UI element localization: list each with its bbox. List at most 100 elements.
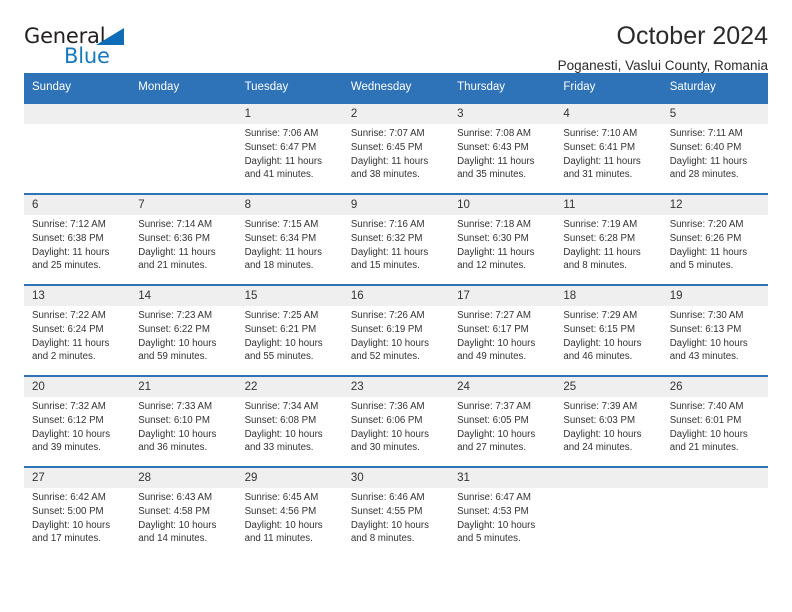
sunrise-time: Sunrise: 7:30 AM xyxy=(669,310,744,321)
calendar-day-cell[interactable]: 26 Sunrise: 7:40 AM Sunset: 6:01 PM Dayligh… xyxy=(661,375,768,467)
day-cell-inner: 28 Sunrise: 6:43 AM Sunset: 4:58 PM Dayligh… xyxy=(130,468,237,557)
brand-logo[interactable]: General Blue xyxy=(24,26,144,70)
calendar-day-cell[interactable]: 25 Sunrise: 7:39 AM Sunset: 6:03 PM Dayligh… xyxy=(555,375,662,467)
sunrise-time: Sunrise: 7:36 AM xyxy=(350,401,425,412)
daylight-duration-line2: and 28 minutes. xyxy=(669,169,739,181)
daylight-duration-line1: Daylight: 11 hours xyxy=(350,155,429,167)
day-number: 12 xyxy=(661,195,768,215)
calendar-day-cell[interactable]: 23 Sunrise: 7:36 AM Sunset: 6:06 PM Dayligh… xyxy=(342,375,450,467)
calendar-day-cell[interactable]: 6 Sunrise: 7:12 AM Sunset: 6:38 PM Daylight… xyxy=(24,193,131,285)
calendar-day-cell[interactable]: 15 Sunrise: 7:25 AM Sunset: 6:21 PM Dayligh… xyxy=(236,284,343,376)
daylight-duration-line2: and 18 minutes. xyxy=(244,260,314,272)
day-details: Sunrise: 7:19 AM Sunset: 6:28 PM Daylight:… xyxy=(555,215,661,273)
day-number: 30 xyxy=(342,468,450,488)
day-details xyxy=(555,488,661,491)
sunrise-time: Sunrise: 7:25 AM xyxy=(244,310,319,321)
day-number: 31 xyxy=(449,468,556,488)
day-cell-inner: 21 Sunrise: 7:33 AM Sunset: 6:10 PM Dayligh… xyxy=(130,377,237,466)
weekday-header-monday: Monday xyxy=(130,73,237,103)
calendar-day-cell[interactable]: 2 Sunrise: 7:07 AM Sunset: 6:45 PM Daylight… xyxy=(342,102,450,194)
daylight-duration-line1: Daylight: 10 hours xyxy=(244,337,323,349)
weekday-header-friday: Friday xyxy=(555,73,662,103)
calendar-day-cell[interactable]: 29 Sunrise: 6:45 AM Sunset: 4:56 PM Dayligh… xyxy=(236,466,343,557)
daylight-duration-line1: Daylight: 11 hours xyxy=(138,246,216,258)
day-number: 15 xyxy=(236,286,343,306)
sunrise-time: Sunrise: 7:37 AM xyxy=(457,401,531,412)
calendar-day-cell[interactable]: 20 Sunrise: 7:32 AM Sunset: 6:12 PM Dayligh… xyxy=(24,375,131,467)
day-cell-inner: 8 Sunrise: 7:15 AM Sunset: 6:34 PM Daylight… xyxy=(236,195,343,284)
day-details: Sunrise: 7:27 AM Sunset: 6:17 PM Daylight:… xyxy=(449,306,555,364)
calendar-day-cell[interactable]: 16 Sunrise: 7:26 AM Sunset: 6:19 PM Dayligh… xyxy=(342,284,450,376)
day-details: Sunrise: 7:14 AM Sunset: 6:36 PM Daylight:… xyxy=(130,215,236,273)
day-cell-inner: 12 Sunrise: 7:20 AM Sunset: 6:26 PM Dayligh… xyxy=(661,195,768,284)
day-cell-inner xyxy=(130,104,237,193)
calendar-day-cell[interactable]: 3 Sunrise: 7:08 AM Sunset: 6:43 PM Daylight… xyxy=(449,102,556,194)
daylight-duration-line2: and 59 minutes. xyxy=(138,351,208,363)
calendar-day-cell[interactable]: 10 Sunrise: 7:18 AM Sunset: 6:30 PM Dayligh… xyxy=(449,193,556,285)
day-cell-inner: 25 Sunrise: 7:39 AM Sunset: 6:03 PM Dayligh… xyxy=(555,377,662,466)
day-details: Sunrise: 6:43 AM Sunset: 4:58 PM Daylight:… xyxy=(130,488,236,546)
calendar-day-cell[interactable]: 11 Sunrise: 7:19 AM Sunset: 6:28 PM Dayligh… xyxy=(555,193,662,285)
daylight-duration-line1: Daylight: 10 hours xyxy=(350,519,429,531)
calendar-day-cell[interactable]: 17 Sunrise: 7:27 AM Sunset: 6:17 PM Dayligh… xyxy=(449,284,556,376)
calendar-day-cell[interactable]: 13 Sunrise: 7:22 AM Sunset: 6:24 PM Dayligh… xyxy=(24,284,131,376)
day-details: Sunrise: 6:47 AM Sunset: 4:53 PM Daylight:… xyxy=(449,488,555,546)
page-header: General Blue October 2024 Poganesti, Vas… xyxy=(24,0,768,73)
calendar-day-cell[interactable]: 30 Sunrise: 6:46 AM Sunset: 4:55 PM Dayligh… xyxy=(342,466,450,557)
day-number: 20 xyxy=(24,377,131,397)
day-cell-inner: 14 Sunrise: 7:23 AM Sunset: 6:22 PM Dayligh… xyxy=(130,286,237,375)
day-cell-inner: 5 Sunrise: 7:11 AM Sunset: 6:40 PM Daylight… xyxy=(661,104,768,193)
day-number: 7 xyxy=(130,195,237,215)
day-details: Sunrise: 7:16 AM Sunset: 6:32 PM Daylight:… xyxy=(343,215,449,273)
day-number: 28 xyxy=(130,468,237,488)
sunset-time: Sunset: 4:56 PM xyxy=(244,505,317,517)
calendar-day-cell[interactable]: 28 Sunrise: 6:43 AM Sunset: 4:58 PM Dayligh… xyxy=(130,466,237,557)
daylight-duration-line1: Daylight: 10 hours xyxy=(138,428,217,440)
calendar-day-cell[interactable]: 27 Sunrise: 6:42 AM Sunset: 5:00 PM Dayligh… xyxy=(24,466,131,557)
calendar-day-cell[interactable]: 7 Sunrise: 7:14 AM Sunset: 6:36 PM Daylight… xyxy=(130,193,237,285)
daylight-duration-line1: Daylight: 11 hours xyxy=(32,337,110,349)
day-details: Sunrise: 6:42 AM Sunset: 5:00 PM Daylight:… xyxy=(24,488,130,546)
calendar-day-cell[interactable]: 9 Sunrise: 7:16 AM Sunset: 6:32 PM Daylight… xyxy=(342,193,450,285)
calendar-day-cell[interactable]: 22 Sunrise: 7:34 AM Sunset: 6:08 PM Dayligh… xyxy=(236,375,343,467)
sunrise-time: Sunrise: 7:15 AM xyxy=(244,219,319,230)
calendar-day-cell[interactable]: 12 Sunrise: 7:20 AM Sunset: 6:26 PM Dayligh… xyxy=(661,193,768,285)
day-cell-inner: 23 Sunrise: 7:36 AM Sunset: 6:06 PM Dayligh… xyxy=(342,377,450,466)
daylight-duration-line2: and 21 minutes. xyxy=(669,442,739,454)
calendar-day-cell[interactable]: 31 Sunrise: 6:47 AM Sunset: 4:53 PM Dayligh… xyxy=(449,466,556,557)
day-cell-inner: 29 Sunrise: 6:45 AM Sunset: 4:56 PM Dayligh… xyxy=(236,468,343,557)
daylight-duration-line2: and 27 minutes. xyxy=(457,442,527,454)
daylight-duration-line1: Daylight: 10 hours xyxy=(669,428,748,440)
day-cell-inner: 2 Sunrise: 7:07 AM Sunset: 6:45 PM Daylight… xyxy=(342,104,450,193)
sunset-time: Sunset: 6:17 PM xyxy=(457,323,529,335)
day-details: Sunrise: 7:29 AM Sunset: 6:15 PM Daylight:… xyxy=(555,306,661,364)
sunrise-time: Sunrise: 7:19 AM xyxy=(563,219,638,230)
daylight-duration-line2: and 11 minutes. xyxy=(244,533,313,545)
day-number: 16 xyxy=(342,286,450,306)
calendar-week-row: 1 Sunrise: 7:06 AM Sunset: 6:47 PM Daylight… xyxy=(24,102,768,194)
sunset-time: Sunset: 6:10 PM xyxy=(138,414,210,426)
calendar-day-cell[interactable]: 18 Sunrise: 7:29 AM Sunset: 6:15 PM Dayligh… xyxy=(555,284,662,376)
day-number: 10 xyxy=(449,195,556,215)
sunrise-time: Sunrise: 7:16 AM xyxy=(350,219,425,230)
calendar-day-cell[interactable]: 21 Sunrise: 7:33 AM Sunset: 6:10 PM Dayligh… xyxy=(130,375,237,467)
day-details: Sunrise: 7:26 AM Sunset: 6:19 PM Daylight:… xyxy=(343,306,449,364)
daylight-duration-line2: and 31 minutes. xyxy=(563,169,633,181)
calendar-day-cell[interactable]: 24 Sunrise: 7:37 AM Sunset: 6:05 PM Dayligh… xyxy=(449,375,556,467)
day-cell-inner xyxy=(555,468,662,557)
calendar-day-cell[interactable]: 4 Sunrise: 7:10 AM Sunset: 6:41 PM Daylight… xyxy=(555,102,662,194)
day-number: 9 xyxy=(342,195,450,215)
daylight-duration-line1: Daylight: 10 hours xyxy=(457,519,536,531)
day-details: Sunrise: 7:34 AM Sunset: 6:08 PM Daylight:… xyxy=(237,397,343,455)
calendar-day-cell[interactable]: 8 Sunrise: 7:15 AM Sunset: 6:34 PM Daylight… xyxy=(236,193,343,285)
day-cell-inner: 31 Sunrise: 6:47 AM Sunset: 4:53 PM Dayligh… xyxy=(449,468,556,557)
calendar-day-cell[interactable]: 1 Sunrise: 7:06 AM Sunset: 6:47 PM Daylight… xyxy=(236,102,343,194)
calendar-day-cell[interactable]: 5 Sunrise: 7:11 AM Sunset: 6:40 PM Daylight… xyxy=(661,102,768,194)
day-number: 24 xyxy=(449,377,556,397)
calendar-day-cell[interactable]: 14 Sunrise: 7:23 AM Sunset: 6:22 PM Dayligh… xyxy=(130,284,237,376)
calendar-day-cell[interactable]: 19 Sunrise: 7:30 AM Sunset: 6:13 PM Dayligh… xyxy=(661,284,768,376)
day-cell-inner: 10 Sunrise: 7:18 AM Sunset: 6:30 PM Dayligh… xyxy=(449,195,556,284)
daylight-duration-line1: Daylight: 10 hours xyxy=(563,428,642,440)
daylight-duration-line2: and 46 minutes. xyxy=(563,351,633,363)
day-details: Sunrise: 7:12 AM Sunset: 6:38 PM Daylight:… xyxy=(24,215,130,273)
